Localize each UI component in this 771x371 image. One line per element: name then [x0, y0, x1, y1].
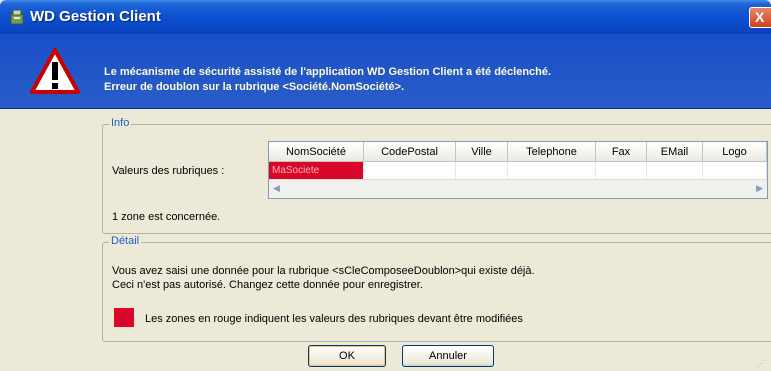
- message-header: Le mécanisme de sécurité assisté de l'ap…: [0, 34, 771, 109]
- dialog-window: WD Gestion Client X Le mécanisme de sécu…: [0, 0, 771, 371]
- resize-grip-icon[interactable]: ⋰: [757, 357, 769, 369]
- close-icon: X: [755, 9, 765, 25]
- detail-groupbox: Détail: [102, 235, 771, 342]
- info-legend: Info: [109, 117, 132, 129]
- cancel-button[interactable]: Annuler: [402, 345, 494, 367]
- table-cell-fax[interactable]: [596, 162, 647, 180]
- table-cell-logo[interactable]: [703, 162, 767, 180]
- table-cell-ville[interactable]: [456, 162, 508, 180]
- ok-button[interactable]: OK: [308, 345, 386, 367]
- table-cell-email[interactable]: [647, 162, 703, 180]
- column-header-logo[interactable]: Logo: [703, 142, 767, 162]
- title-bar[interactable]: WD Gestion Client X: [0, 0, 771, 34]
- table-cell-telephone[interactable]: [508, 162, 596, 180]
- values-table[interactable]: NomSociété CodePostal Ville Telephone Fa…: [268, 141, 768, 199]
- column-header-nomsociete[interactable]: NomSociété: [269, 142, 364, 162]
- column-header-telephone[interactable]: Telephone: [508, 142, 596, 162]
- window-title: WD Gestion Client: [30, 8, 161, 25]
- header-message-line-1: Le mécanisme de sécurité assisté de l'ap…: [104, 66, 552, 78]
- table-cell-nomsociete[interactable]: MaSociete: [269, 162, 364, 180]
- app-icon: [10, 9, 24, 25]
- scroll-left-icon[interactable]: ◀: [273, 183, 280, 194]
- column-header-email[interactable]: EMail: [647, 142, 703, 162]
- detail-message-line-1: Vous avez saisi une donnée pour la rubri…: [112, 265, 535, 277]
- red-legend-text: Les zones en rouge indiquent les valeurs…: [145, 313, 523, 325]
- detail-message-line-2: Ceci n'est pas autorisé. Changez cette d…: [112, 279, 423, 291]
- scroll-right-icon[interactable]: ▶: [756, 183, 763, 194]
- header-message-line-2: Erreur de doublon sur la rubrique <Socié…: [104, 81, 405, 93]
- field-values-label: Valeurs des rubriques :: [112, 165, 225, 177]
- close-button[interactable]: X: [749, 7, 771, 28]
- warning-icon: [30, 48, 80, 94]
- zone-count-text: 1 zone est concernée.: [112, 211, 221, 223]
- column-header-ville[interactable]: Ville: [456, 142, 508, 162]
- horizontal-scrollbar[interactable]: ◀ ▶: [269, 179, 767, 198]
- red-legend-swatch: [114, 308, 134, 327]
- column-header-fax[interactable]: Fax: [596, 142, 647, 162]
- detail-legend: Détail: [109, 235, 142, 247]
- column-header-codepostal[interactable]: CodePostal: [364, 142, 456, 162]
- table-cell-codepostal[interactable]: [364, 162, 456, 180]
